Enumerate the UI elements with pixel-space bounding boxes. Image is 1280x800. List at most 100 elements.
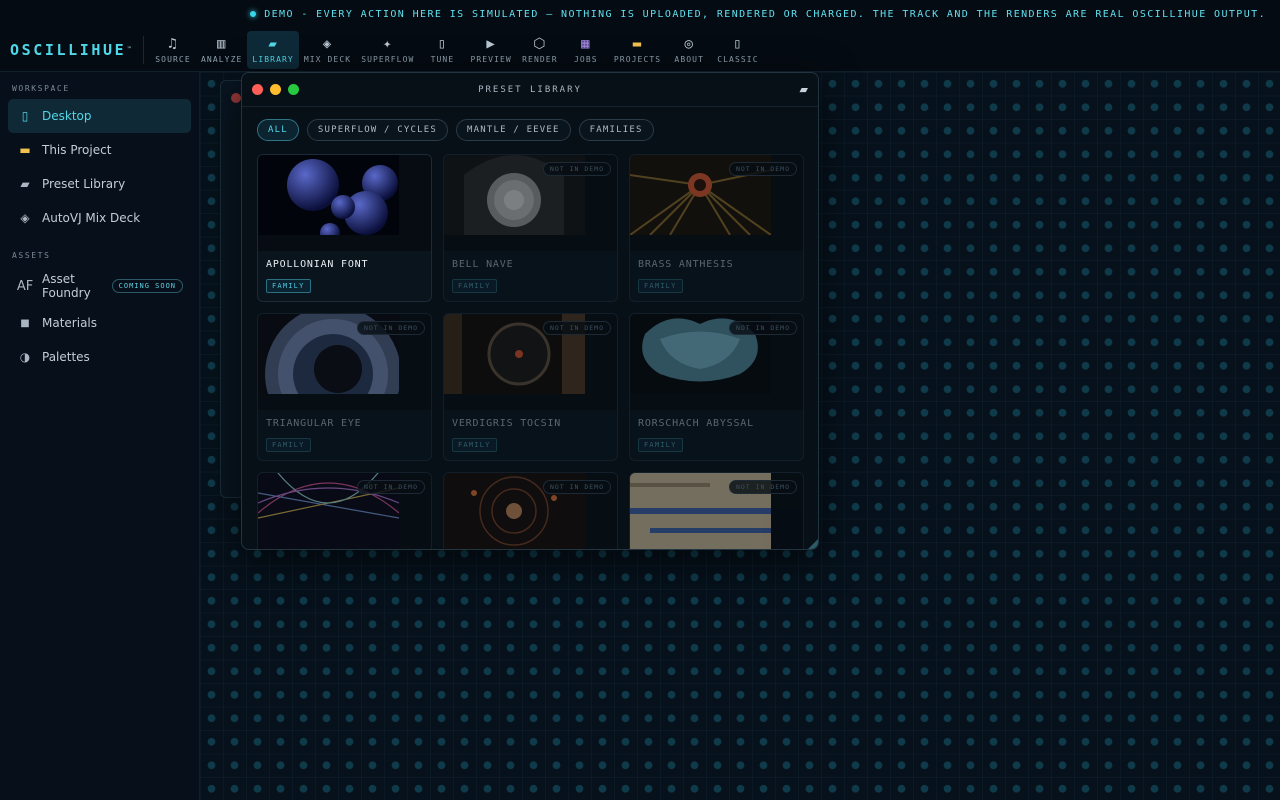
family-tag: FAMILY xyxy=(638,438,683,452)
sidebar: WORKSPACE ▯ Desktop ▬ This Project ▰ Preset… xyxy=(0,72,200,800)
nav-label: LIBRARY xyxy=(252,55,294,64)
nav-projects[interactable]: ▬ PROJECTS xyxy=(609,31,666,69)
nav-label: JOBS xyxy=(574,55,598,64)
nav-source[interactable]: ♫ SOURCE xyxy=(150,31,196,69)
sidebar-item-desktop[interactable]: ▯ Desktop xyxy=(8,99,191,133)
filter-mantle-eevee[interactable]: MANTLE / EEVEE xyxy=(456,119,571,141)
nav-classic[interactable]: ▯ CLASSIC xyxy=(712,31,763,69)
nav-about[interactable]: ◎ ABOUT xyxy=(666,31,712,69)
half-circle-icon: ◑ xyxy=(19,350,31,364)
phone-icon: ▯ xyxy=(733,36,743,52)
nav-label: SUPERFLOW xyxy=(361,55,415,64)
preset-card[interactable]: NOT IN DEMO xyxy=(443,472,618,549)
nav-render[interactable]: ⬡ RENDER xyxy=(517,31,563,69)
not-in-demo-badge: NOT IN DEMO xyxy=(728,480,797,494)
preset-grid: APOLLONIAN FONT FAMILY NOT IN DEMO BELL … xyxy=(257,154,804,549)
nav-library[interactable]: ▰ LIBRARY xyxy=(247,30,299,69)
preset-name: BELL NAVE xyxy=(452,259,514,270)
coming-soon-badge: COMING SOON xyxy=(111,279,183,293)
not-in-demo-badge: NOT IN DEMO xyxy=(542,480,611,494)
sidebar-item-palettes[interactable]: ◑ Palettes xyxy=(8,340,191,374)
filter-families[interactable]: FAMILIES xyxy=(578,119,654,141)
sidebar-item-preset-library[interactable]: ▰ Preset Library xyxy=(8,167,191,201)
not-in-demo-badge: NOT IN DEMO xyxy=(728,162,797,176)
music-note-icon: ♫ xyxy=(168,36,178,52)
sidebar-item-materials[interactable]: ■ Materials xyxy=(8,306,191,340)
nav-label: TUNE xyxy=(430,55,455,64)
ticker-text: DEMO - EVERY ACTION HERE IS SIMULATED — … xyxy=(264,8,1266,20)
preset-name: BRASS ANTHESIS xyxy=(638,259,734,270)
library-icon: ▰ xyxy=(268,36,278,52)
filter-chips: ALL SUPERFLOW / CYCLES MANTLE / EEVEE FA… xyxy=(242,107,818,141)
preset-card[interactable]: NOT IN DEMO BRASS ANTHESIS FAMILY xyxy=(629,154,804,302)
preset-card[interactable]: NOT IN DEMO xyxy=(629,472,804,549)
not-in-demo-badge: NOT IN DEMO xyxy=(542,162,611,176)
hexagon-icon: ⬡ xyxy=(533,36,547,52)
not-in-demo-badge: NOT IN DEMO xyxy=(728,321,797,335)
filter-superflow-cycles[interactable]: SUPERFLOW / CYCLES xyxy=(306,119,448,141)
family-tag: FAMILY xyxy=(638,279,683,293)
preset-card[interactable]: NOT IN DEMO xyxy=(257,472,432,549)
resize-handle-icon[interactable] xyxy=(806,537,818,549)
nav-label: ANALYZE xyxy=(201,55,243,64)
mix-deck-icon: ◈ xyxy=(20,211,30,225)
asset-foundry-icon: AF xyxy=(16,278,34,294)
brand-logo[interactable]: OSCILLIHUE ™ xyxy=(0,35,144,64)
preset-library-window: PRESET LIBRARY ▰ ALL SUPERFLOW / CYCLES … xyxy=(241,72,819,550)
folder-icon: ▬ xyxy=(632,36,643,52)
family-tag: FAMILY xyxy=(452,279,497,293)
preset-card[interactable]: NOT IN DEMO RORSCHACH ABYSSAL FAMILY xyxy=(629,313,804,461)
preset-name: VERDIGRIS TOCSIN xyxy=(452,418,562,429)
sidebar-item-label: This Project xyxy=(42,143,112,157)
nav-items: ♫ SOURCE ▥ ANALYZE ▰ LIBRARY ◈ MIX DECK ✦ SUP… xyxy=(150,30,764,69)
nav-preview[interactable]: ▶ PREVIEW xyxy=(465,31,516,69)
bar-chart-icon: ▥ xyxy=(216,36,227,52)
play-icon: ▶ xyxy=(486,36,496,52)
nav-tune[interactable]: ▯ TUNE xyxy=(419,31,465,69)
nav-label: ABOUT xyxy=(674,55,704,64)
not-in-demo-badge: NOT IN DEMO xyxy=(356,321,425,335)
sidebar-item-label: Desktop xyxy=(42,109,92,123)
preset-name: TRIANGULAR EYE xyxy=(266,418,362,429)
brand-name: OSCILLIHUE xyxy=(10,40,127,59)
sidebar-item-label: Materials xyxy=(42,316,98,330)
workspace-section-label: WORKSPACE xyxy=(12,84,70,93)
filter-all[interactable]: ALL xyxy=(257,119,299,141)
preset-card[interactable]: NOT IN DEMO BELL NAVE FAMILY xyxy=(443,154,618,302)
preset-card[interactable]: NOT IN DEMO TRIANGULAR EYE FAMILY xyxy=(257,313,432,461)
sparkle-icon: ✦ xyxy=(383,36,393,52)
nav-label: MIX DECK xyxy=(303,55,352,64)
preset-card[interactable]: APOLLONIAN FONT FAMILY xyxy=(257,154,432,302)
assets-section-label: ASSETS xyxy=(12,251,51,260)
sidebar-item-autovj-mix-deck[interactable]: ◈ AutoVJ Mix Deck xyxy=(8,201,191,235)
sidebar-item-label: Asset Foundry xyxy=(42,272,91,300)
tune-icon: ▯ xyxy=(437,36,448,52)
nav-label: CLASSIC xyxy=(717,55,759,64)
preset-thumbnail xyxy=(258,155,399,235)
sidebar-item-label: Palettes xyxy=(42,350,90,364)
library-icon: ▰ xyxy=(799,83,808,96)
not-in-demo-badge: NOT IN DEMO xyxy=(542,321,611,335)
window-titlebar[interactable]: PRESET LIBRARY ▰ xyxy=(242,73,818,107)
demo-ticker: DEMO - EVERY ACTION HERE IS SIMULATED — … xyxy=(0,0,1280,28)
square-icon: ■ xyxy=(20,317,30,329)
family-tag: FAMILY xyxy=(266,279,311,293)
sidebar-item-this-project[interactable]: ▬ This Project xyxy=(8,133,191,167)
nav-label: PROJECTS xyxy=(613,55,662,64)
preset-name: RORSCHACH ABYSSAL xyxy=(638,418,754,429)
nav-superflow[interactable]: ✦ SUPERFLOW xyxy=(356,31,419,69)
close-icon[interactable] xyxy=(231,93,241,103)
nav-mix-deck[interactable]: ◈ MIX DECK xyxy=(299,31,356,69)
sidebar-item-asset-foundry[interactable]: AF Asset Foundry COMING SOON xyxy=(8,266,191,306)
preset-card[interactable]: NOT IN DEMO VERDIGRIS TOCSIN FAMILY xyxy=(443,313,618,461)
nav-analyze[interactable]: ▥ ANALYZE xyxy=(196,31,247,69)
phone-icon: ▯ xyxy=(21,109,29,123)
library-icon: ▰ xyxy=(20,177,30,191)
nav-label: SOURCE xyxy=(155,55,191,64)
preset-name: APOLLONIAN FONT xyxy=(266,259,369,270)
folder-icon: ▬ xyxy=(19,143,31,157)
live-dot-icon xyxy=(250,11,257,17)
nav-jobs[interactable]: ▦ JOBS xyxy=(563,31,609,69)
target-icon: ◎ xyxy=(684,36,694,52)
mix-deck-icon: ◈ xyxy=(322,36,333,52)
